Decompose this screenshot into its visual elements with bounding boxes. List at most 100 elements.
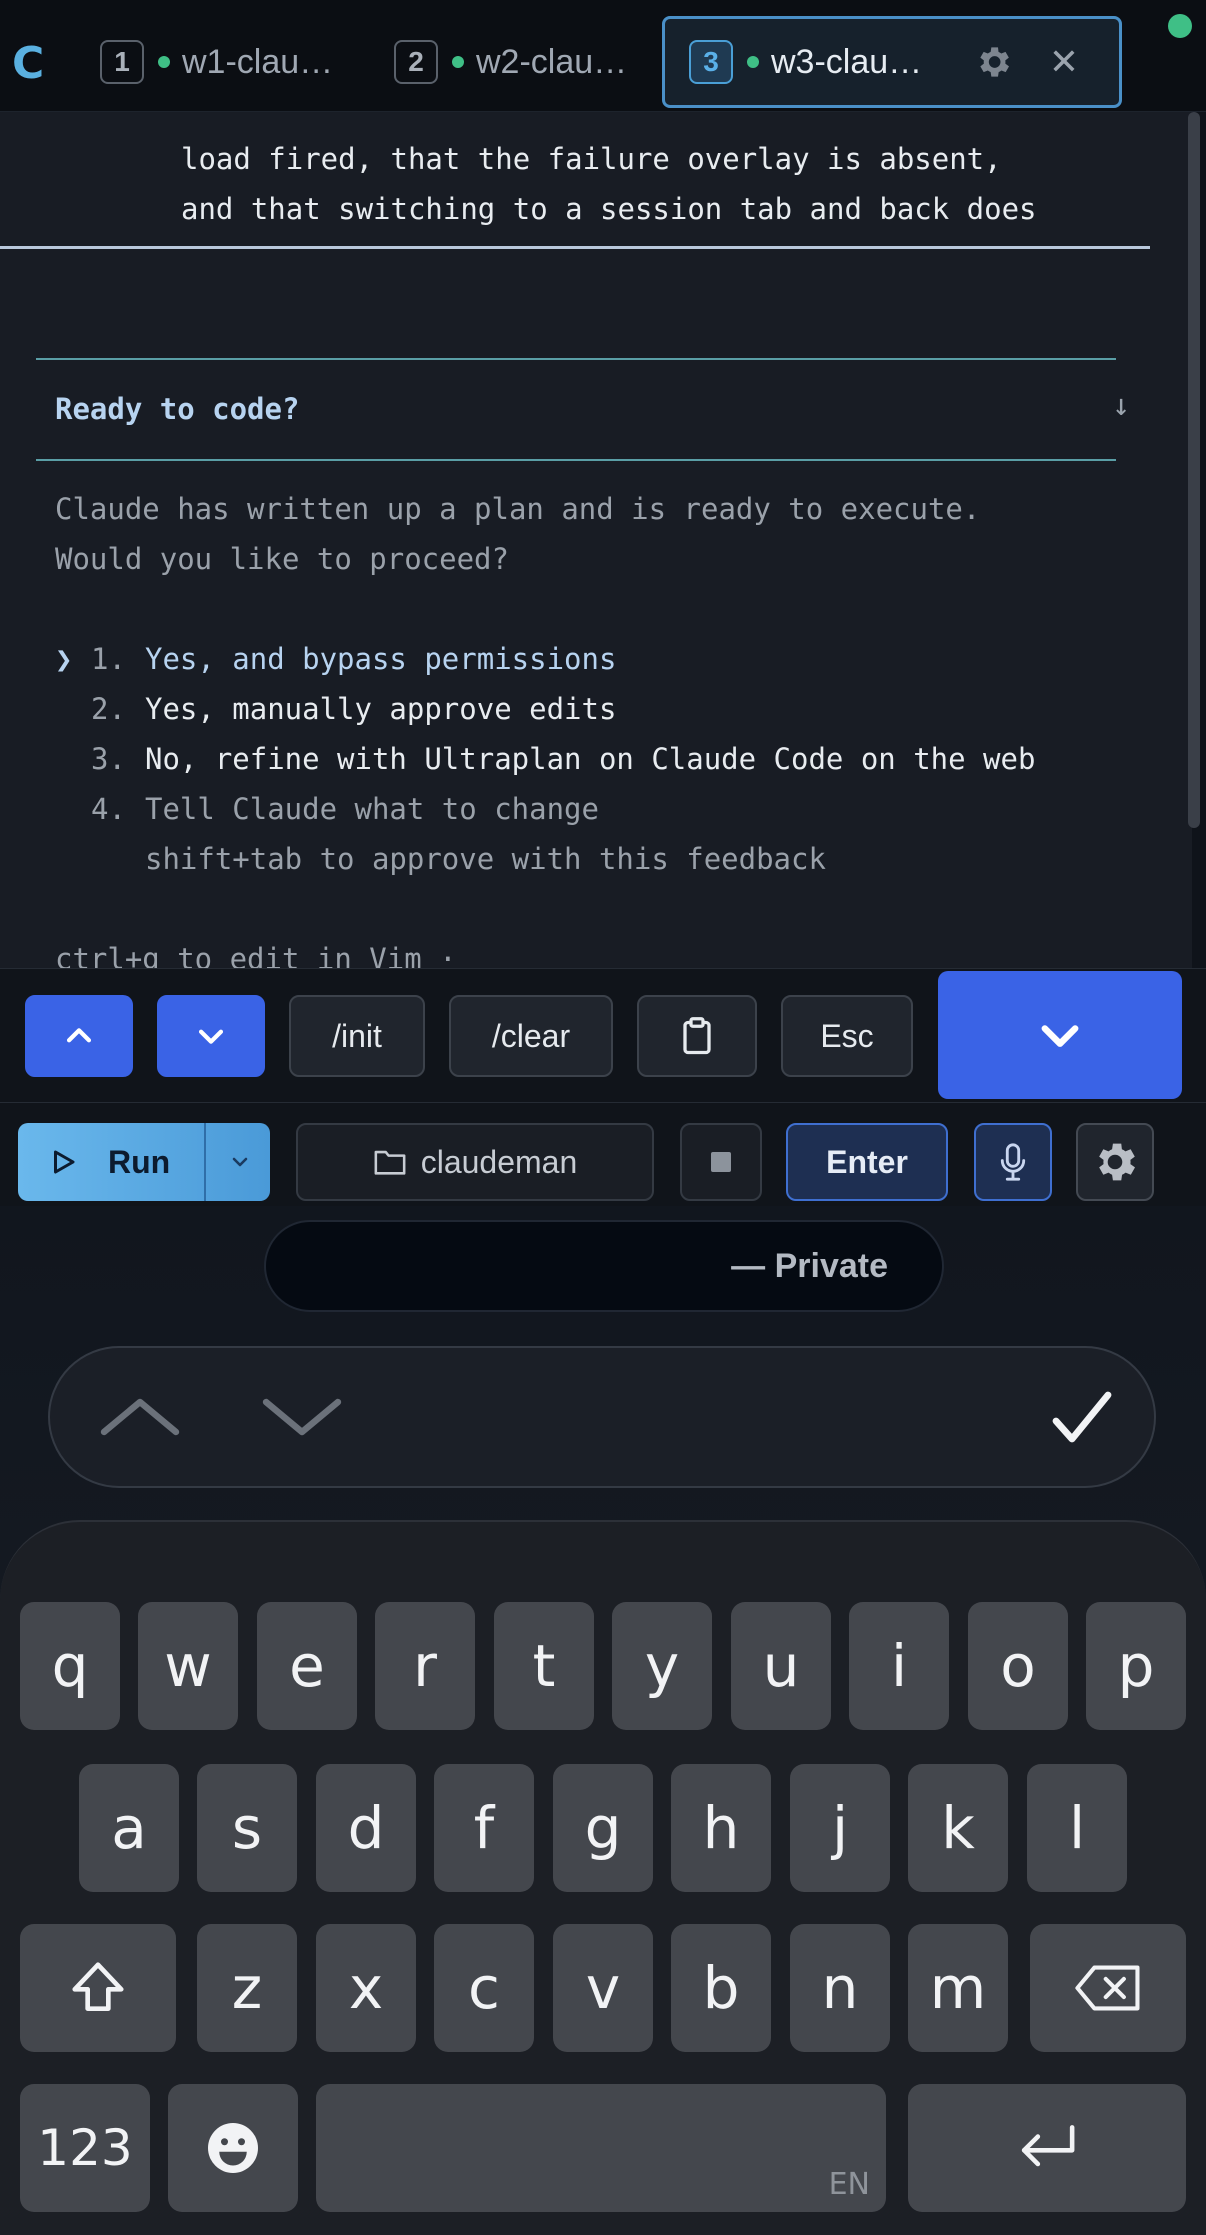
- key-g[interactable]: g: [553, 1764, 653, 1892]
- stop-button[interactable]: [680, 1123, 762, 1201]
- key-u[interactable]: u: [731, 1602, 831, 1730]
- tab-label: w2-clau…: [476, 42, 628, 81]
- key-r[interactable]: r: [375, 1602, 475, 1730]
- paste-button[interactable]: [637, 995, 757, 1077]
- arrow-down-button[interactable]: [157, 995, 265, 1077]
- connection-status-icon: [1168, 14, 1192, 38]
- key-d[interactable]: d: [316, 1764, 416, 1892]
- key-s[interactable]: s: [197, 1764, 297, 1892]
- clear-command-button[interactable]: /clear: [449, 995, 613, 1077]
- key-b[interactable]: b: [671, 1924, 771, 2052]
- tab-bar: C 1 w1-clau… 2 w2-clau… 3 w3-clau… ✕: [0, 0, 1206, 112]
- tab-label: w3-clau…: [771, 42, 923, 81]
- settings-button[interactable]: [1076, 1123, 1154, 1201]
- app-logo: C: [12, 38, 45, 89]
- key-k[interactable]: k: [908, 1764, 1008, 1892]
- status-dot-icon: [452, 56, 464, 68]
- option-text: Yes, and bypass permissions: [145, 642, 617, 676]
- key-j[interactable]: j: [790, 1764, 890, 1892]
- key-p[interactable]: p: [1086, 1602, 1186, 1730]
- key-q[interactable]: q: [20, 1602, 120, 1730]
- emoji-icon: [208, 2123, 258, 2173]
- status-dot-icon: [158, 56, 170, 68]
- key-h[interactable]: h: [671, 1764, 771, 1892]
- terminal-line: load fired, that the failure overlay is …: [181, 142, 1002, 176]
- key-w[interactable]: w: [138, 1602, 238, 1730]
- tab-number: 3: [689, 40, 733, 84]
- clipboard-icon: [683, 1017, 711, 1055]
- prompt-description: Claude has written up a plan and is read…: [55, 492, 981, 526]
- microphone-icon: [1000, 1143, 1026, 1181]
- option-number: 4.: [91, 792, 126, 826]
- key-f[interactable]: f: [434, 1764, 534, 1892]
- key-e[interactable]: e: [257, 1602, 357, 1730]
- backspace-key[interactable]: [1030, 1924, 1186, 2052]
- prompt-description: Would you like to proceed?: [55, 542, 509, 576]
- chevron-up-icon: [66, 1028, 92, 1043]
- keyboard-area: — Private q w e r t y u i o p a s d f g …: [0, 1206, 1206, 2235]
- emoji-key[interactable]: [168, 2084, 298, 2212]
- previous-field-icon[interactable]: [92, 1392, 188, 1444]
- terminal-footer-hint: ctrl+g to edit in Vim ·: [55, 942, 457, 970]
- terminal-output[interactable]: load fired, that the failure overlay is …: [0, 112, 1192, 970]
- project-folder-button[interactable]: claudeman: [296, 1123, 654, 1201]
- selection-caret-icon: ❯: [55, 642, 73, 676]
- key-m[interactable]: m: [908, 1924, 1008, 2052]
- option-number: 1.: [91, 642, 126, 676]
- escape-button[interactable]: Esc: [781, 995, 913, 1077]
- option-text: Tell Claude what to change: [145, 792, 599, 826]
- gear-icon[interactable]: [973, 42, 1013, 82]
- divider: [36, 459, 1116, 461]
- option-hint: shift+tab to approve with this feedback: [145, 842, 826, 876]
- tab-session-1[interactable]: 1 w1-clau…: [78, 16, 358, 108]
- enter-button[interactable]: Enter: [786, 1123, 948, 1201]
- key-y[interactable]: y: [612, 1602, 712, 1730]
- keyboard-language-label: EN: [828, 2167, 870, 2202]
- arrow-down-icon: ↓: [1112, 388, 1131, 423]
- tab-session-2[interactable]: 2 w2-clau…: [372, 16, 652, 108]
- init-command-button[interactable]: /init: [289, 995, 425, 1077]
- play-icon: [54, 1150, 75, 1174]
- key-n[interactable]: n: [790, 1924, 890, 2052]
- key-c[interactable]: c: [434, 1924, 534, 2052]
- tab-number: 2: [394, 40, 438, 84]
- tab-number: 1: [100, 40, 144, 84]
- run-options-dropdown[interactable]: [210, 1123, 270, 1201]
- divider: [0, 246, 1150, 249]
- voice-input-button[interactable]: [974, 1123, 1052, 1201]
- tab-label: w1-clau…: [182, 42, 334, 81]
- virtual-keyboard: q w e r t y u i o p a s d f g h j k l z …: [0, 1520, 1206, 2235]
- key-x[interactable]: x: [316, 1924, 416, 2052]
- numbers-key[interactable]: 123: [20, 2084, 150, 2212]
- key-z[interactable]: z: [197, 1924, 297, 2052]
- key-i[interactable]: i: [849, 1602, 949, 1730]
- divider: [204, 1123, 206, 1201]
- folder-label: claudeman: [420, 1143, 578, 1180]
- next-field-icon[interactable]: [254, 1392, 350, 1444]
- quick-action-bar: /init /clear Esc: [0, 968, 1206, 1102]
- option-text: No, refine with Ultraplan on Claude Code…: [145, 742, 1036, 776]
- arrow-up-button[interactable]: [25, 995, 133, 1077]
- run-label: Run: [108, 1143, 171, 1180]
- close-icon[interactable]: ✕: [1049, 41, 1079, 83]
- status-dot-icon: [747, 56, 759, 68]
- key-l[interactable]: l: [1027, 1764, 1127, 1892]
- option-text: Yes, manually approve edits: [145, 692, 617, 726]
- shift-icon: [72, 1962, 124, 2011]
- terminal-line: and that switching to a session tab and …: [181, 192, 1037, 226]
- gear-icon: [1099, 1143, 1135, 1181]
- divider: [36, 358, 1116, 360]
- tab-session-3-active[interactable]: 3 w3-clau… ✕: [662, 16, 1122, 108]
- key-o[interactable]: o: [968, 1602, 1068, 1730]
- space-key[interactable]: EN: [316, 2084, 886, 2212]
- collapse-keyboard-button[interactable]: [938, 971, 1182, 1099]
- terminal-scrollbar[interactable]: [1188, 112, 1200, 828]
- prompt-title: Ready to code?: [55, 392, 300, 426]
- shift-key[interactable]: [20, 1924, 176, 2052]
- browser-url-pill[interactable]: — Private: [264, 1220, 944, 1312]
- key-v[interactable]: v: [553, 1924, 653, 2052]
- return-key[interactable]: [908, 2084, 1186, 2212]
- key-a[interactable]: a: [79, 1764, 179, 1892]
- done-checkmark-icon[interactable]: [1050, 1388, 1114, 1450]
- key-t[interactable]: t: [494, 1602, 594, 1730]
